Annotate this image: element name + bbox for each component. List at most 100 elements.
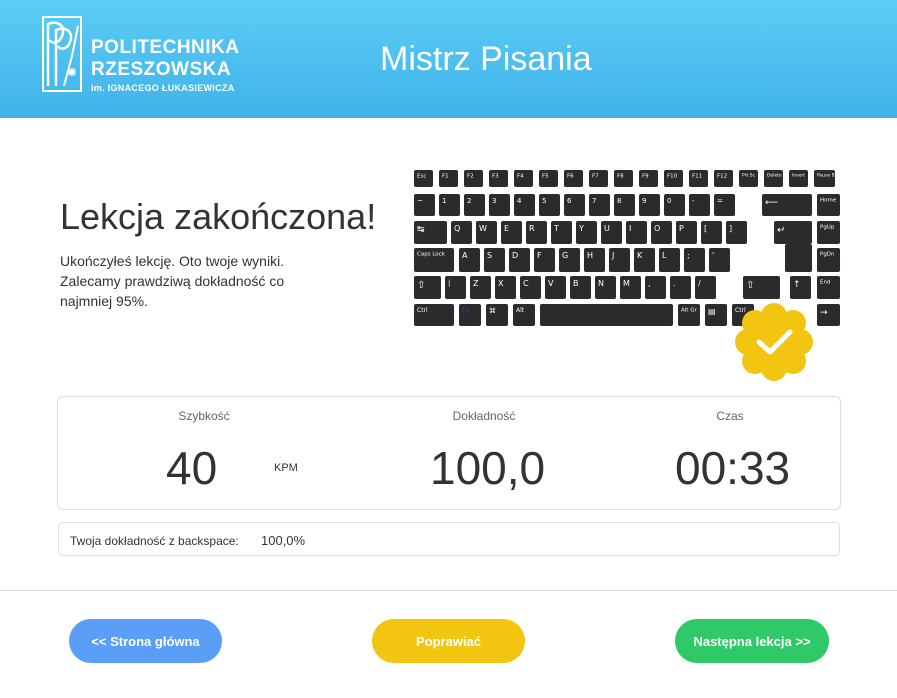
- keyboard-key-label-q-9: P: [679, 224, 684, 233]
- keyboard-key-label-num-2: 2: [467, 197, 471, 205]
- keyboard-key-label-q-10: [: [704, 224, 707, 233]
- keyboard-key-label-fn-15: Insert: [792, 173, 805, 179]
- keyboard-key-label-pgdn: PgDn: [820, 252, 835, 258]
- keyboard-key-label-arrow-right: →: [820, 308, 828, 318]
- keyboard-key-label-a-1: S: [487, 251, 492, 260]
- keyboard-key-label-menu: ▤: [708, 307, 716, 316]
- keyboard-key-label-fn-16: Pause Break: [817, 173, 842, 179]
- speed-label: Szybkość: [178, 409, 230, 423]
- logo-line-3: im. IGNACEGO ŁUKASIEWICZA: [91, 83, 235, 93]
- keyboard-key-label-q-8: O: [654, 224, 660, 233]
- accuracy-value: 100,0: [430, 442, 546, 494]
- keyboard-key-label-a-6: J: [611, 251, 614, 260]
- keyboard-key-label-z-6: M: [623, 279, 630, 288]
- home-button[interactable]: << Strona główna: [69, 619, 222, 663]
- keyboard-key-label-fn-7: F7: [592, 174, 599, 180]
- keyboard-key-label-caps: Caps Lock: [417, 252, 446, 258]
- politechnika-logo-icon: [42, 16, 82, 92]
- keyboard-key-label-q-11: ]: [729, 224, 732, 233]
- footer-divider: [0, 590, 897, 591]
- keyboard-key-label-a-3: F: [537, 251, 542, 260]
- keyboard-key-label-fn-4: F4: [517, 174, 524, 180]
- time-label: Czas: [716, 409, 744, 423]
- keyboard-key-label-home: Home: [820, 198, 837, 204]
- keyboard-key-label-q-5: Y: [578, 224, 584, 233]
- keyboard-key-label-fn-11: F11: [692, 174, 702, 180]
- keyboard-key-label-a-7: K: [637, 251, 643, 260]
- checkmark-badge-icon: [735, 303, 813, 381]
- keyboard-key-label-q-2: E: [504, 224, 509, 233]
- keyboard-key-label-fn-3: F3: [492, 174, 499, 180]
- keyboard-key-label-z-2: C: [523, 279, 529, 288]
- keyboard-key-space: [540, 304, 673, 326]
- keyboard-key-label-num-4: 4: [517, 197, 522, 205]
- header: POLITECHNIKA RZESZOWSKA im. IGNACEGO ŁUK…: [0, 0, 897, 118]
- keyboard-key-label-a-9: ;: [687, 251, 690, 260]
- keyboard-key-label-fn-5: F5: [542, 174, 549, 180]
- next-lesson-button[interactable]: Następna lekcja >>: [675, 619, 829, 663]
- accuracy-label: Dokładność: [452, 409, 516, 423]
- keyboard-key-label-tab: ↹: [417, 225, 425, 235]
- keyboard-key-label-fn-1: F1: [442, 174, 449, 180]
- keyboard-key-label-q-4: T: [553, 224, 559, 233]
- speed-unit: KPM: [274, 462, 298, 474]
- keyboard-key-label-a-8: L: [662, 251, 667, 260]
- university-logo: POLITECHNIKA RZESZOWSKA im. IGNACEGO ŁUK…: [42, 16, 242, 94]
- keyboard-key-label-num-8: 8: [617, 197, 621, 205]
- keyboard-key-label-z-7: ,: [648, 279, 651, 288]
- keyboard-key-label-shift-left: ⇧: [417, 280, 425, 291]
- keyboard-key-label-fn-2: F2: [467, 174, 474, 180]
- backspace-accuracy-box: Twoja dokładność z backspace: 100,0%: [58, 522, 840, 556]
- keyboard-key-label-num-6: 6: [567, 197, 572, 205]
- keyboard-key-label-a-2: D: [512, 251, 518, 260]
- keyboard-key-label-q-0: Q: [454, 224, 460, 233]
- lesson-complete-title: Lekcja zakończona!: [60, 196, 377, 237]
- logo-line-2: RZESZOWSKA: [91, 59, 232, 80]
- keyboard-key-label-a-10: ': [712, 251, 714, 260]
- result-description-line-1: Ukończyłeś lekcję. Oto twoje wyniki.: [60, 253, 285, 269]
- keyboard-key-label-win: ⌘: [489, 307, 496, 315]
- keyboard-key-label-a-0: A: [462, 251, 468, 260]
- keyboard-key-label-z-3: V: [548, 279, 554, 288]
- keyboard-key-label-altgr: Alt Gr: [681, 308, 697, 314]
- keyboard-key-label-fn-6: F6: [567, 174, 574, 180]
- result-description: Ukończyłeś lekcję. Oto twoje wyniki. Zal…: [60, 251, 305, 311]
- retry-button[interactable]: Poprawiać: [372, 619, 525, 663]
- keyboard-key-label-fn-13: Prt Sc: [742, 173, 756, 179]
- keyboard-key-label-num-3: 3: [492, 197, 496, 205]
- keyboard-key-label-num-1: 1: [442, 197, 446, 205]
- keyboard-key-label-a-5: H: [587, 251, 593, 260]
- results-panel: Szybkość 40 KPM Dokładność 100,0 Czas 00…: [57, 396, 841, 510]
- speed-value: 40: [166, 442, 218, 494]
- keyboard-key-label-alt: Alt: [516, 307, 525, 314]
- time-value: 00:33: [675, 442, 791, 494]
- keyboard-key-label-ctrl-left: Ctrl: [417, 307, 428, 314]
- app-title: Mistrz Pisania: [380, 40, 592, 78]
- keyboard-key-label-num-10: 0: [667, 197, 671, 205]
- keyboard-key-label-num-12: =: [717, 197, 723, 205]
- keyboard-key-label-fn: Fn: [462, 307, 469, 314]
- keyboard-key-label-enter: ↵: [777, 225, 785, 236]
- keyboard-key-label-fn-14: Delete: [767, 173, 782, 179]
- keyboard-key-label-fn-12: F12: [717, 174, 727, 180]
- keyboard-key-label-z-0: Z: [473, 279, 479, 288]
- keyboard-key-label-fn-10: F10: [667, 174, 678, 180]
- keyboard-key-label-fn-0: Esc: [417, 174, 426, 180]
- keyboard-key-label-z-9: /: [698, 279, 701, 288]
- keyboard-key-label-q-6: U: [604, 224, 610, 233]
- keyboard-key-label-arrow-up: ↑: [793, 280, 801, 290]
- backspace-accuracy-label: Twoja dokładność z backspace:: [70, 534, 239, 548]
- keyboard-key-label-num-7: 7: [592, 197, 596, 205]
- keyboard-key-label-num-0: ~: [417, 197, 423, 205]
- keyboard-key-label-z-8: .: [673, 279, 676, 288]
- logo-text: POLITECHNIKA RZESZOWSKA im. IGNACEGO ŁUK…: [91, 37, 240, 94]
- keyboard-key-label-pgup: PgUp: [820, 225, 835, 231]
- logo-line-1: POLITECHNIKA: [91, 37, 240, 58]
- keyboard-key-label-end: End: [820, 280, 830, 286]
- keyboard-key-label-backslash: |: [448, 279, 450, 287]
- result-description-line-2: Zalecamy prawdziwą dokładność co najmnie…: [60, 273, 285, 309]
- keyboard-key-label-backspace: ⟵: [765, 198, 778, 208]
- keyboard-key-label-shift-right: ⇧: [746, 280, 754, 291]
- keyboard-key-label-a-4: G: [562, 251, 568, 260]
- keyboard-key-label-fn-8: F8: [617, 174, 624, 180]
